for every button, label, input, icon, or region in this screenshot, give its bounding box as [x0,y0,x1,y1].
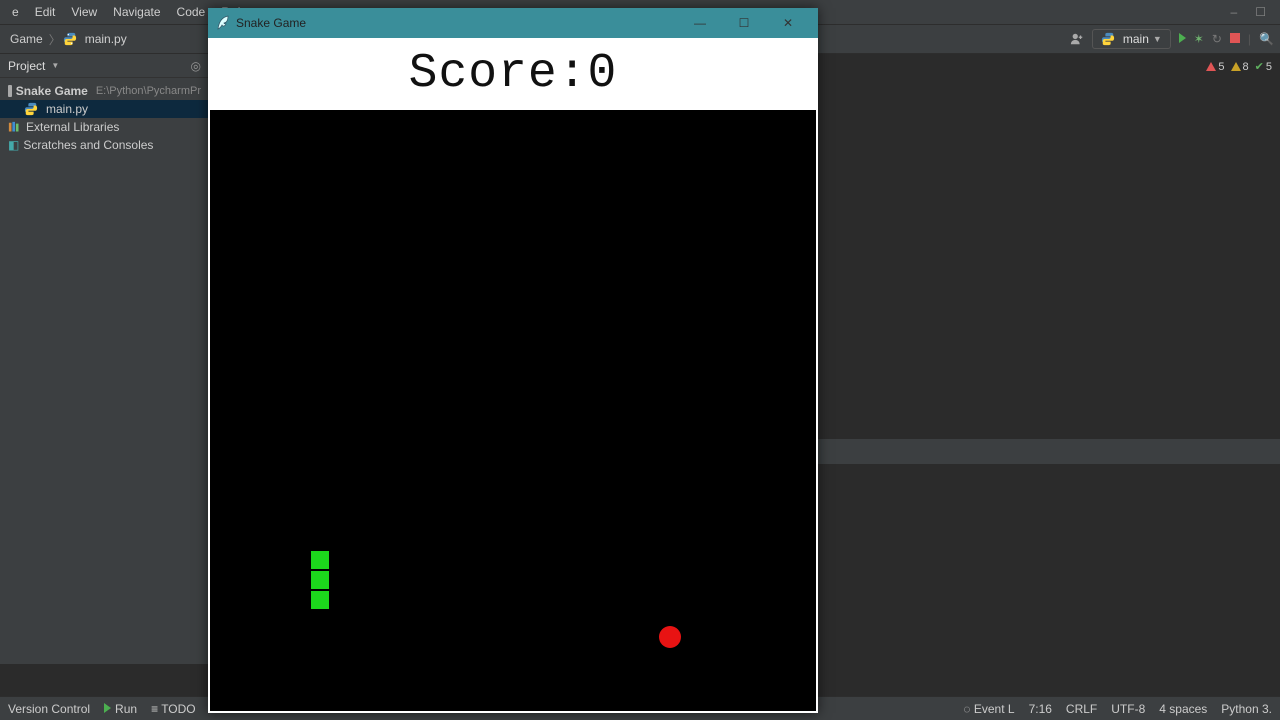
stop-icon[interactable] [1230,32,1240,46]
interpreter[interactable]: Python 3. [1221,702,1272,716]
score-banner: Score:0 [208,38,818,110]
tk-close-button[interactable]: ✕ [766,8,810,38]
run-widget[interactable]: Run [104,702,137,716]
error-icon [1206,62,1216,71]
food [659,626,681,648]
typo-icon: ✔ [1255,60,1264,73]
scratches-icon: ◧ [8,138,19,152]
python-file-icon [24,102,38,116]
folder-icon [8,85,12,97]
project-header[interactable]: Project ▼ ◎ [0,54,209,78]
ide-maximize-icon[interactable]: ☐ [1255,5,1266,19]
tk-minimize-button[interactable]: — [678,8,722,38]
toolbar-right: main ▼ ✶ ↻ | 🔍 [1070,29,1274,49]
target-icon[interactable]: ◎ [191,59,201,73]
coverage-icon[interactable]: ↻ [1212,32,1222,46]
line-separator[interactable]: CRLF [1066,702,1097,716]
chevron-down-icon: ▼ [1153,34,1162,44]
score-text: Score:0 [409,47,618,101]
menu-view[interactable]: View [63,1,105,23]
tree-scratches[interactable]: ◧ Scratches and Consoles [0,136,209,154]
warning-icon [1231,62,1241,71]
tk-feather-icon [216,15,230,31]
snake-game-window: Snake Game — ☐ ✕ Score:0 [208,8,818,713]
tree-external-libraries[interactable]: External Libraries [0,118,209,136]
encoding[interactable]: UTF-8 [1111,702,1145,716]
crumb-file[interactable]: main.py [81,32,131,46]
python-file-icon [1101,32,1115,46]
project-tree: Snake Game E:\Python\PycharmPr main.py E… [0,78,209,158]
indent[interactable]: 4 spaces [1159,702,1207,716]
run-config-selector[interactable]: main ▼ [1092,29,1171,49]
project-header-label: Project [8,59,45,73]
project-tool-window: Project ▼ ◎ Snake Game E:\Python\Pycharm… [0,54,210,664]
tk-window-controls: — ☐ ✕ [678,8,810,38]
ide-window-controls: – ☐ [1231,5,1280,19]
play-icon [104,703,111,713]
game-canvas[interactable] [210,110,816,711]
error-count: 5 [1218,61,1224,73]
crumb-project[interactable]: Game [6,32,47,46]
menu-navigate[interactable]: Navigate [105,1,168,23]
ide-minimize-icon[interactable]: – [1231,5,1238,19]
snake-segment [310,590,330,610]
run-config-label: main [1123,32,1149,46]
menu-file[interactable]: e [4,1,27,23]
tk-title: Snake Game [236,16,306,30]
library-icon [8,121,22,133]
menu-edit[interactable]: Edit [27,1,64,23]
debug-icon[interactable]: ✶ [1194,32,1204,46]
inspections-widget[interactable]: 5 8 ✔5 [1206,60,1272,73]
todo-widget[interactable]: ≡ TODO [151,702,196,716]
menu-code[interactable]: Code [169,1,214,23]
cursor-position[interactable]: 7:16 [1029,702,1052,716]
crumb-sep-icon: 〉 [47,31,63,48]
snake-segment [310,550,330,570]
tk-maximize-button[interactable]: ☐ [722,8,766,38]
snake-segment [310,570,330,590]
tree-external-label: External Libraries [26,120,119,134]
search-icon[interactable]: 🔍 [1259,32,1274,46]
event-log-widget[interactable]: ◌ Event L [963,702,1014,716]
typo-count: 5 [1266,61,1272,73]
add-user-icon[interactable] [1070,32,1084,46]
tree-root-label: Snake Game [16,84,88,98]
vcs-widget[interactable]: Version Control [8,702,90,716]
warning-count: 8 [1243,61,1249,73]
run-icon[interactable] [1179,32,1186,46]
tree-file-label: main.py [46,102,88,116]
chevron-down-icon: ▼ [51,61,59,70]
python-file-icon [63,32,77,46]
tk-titlebar[interactable]: Snake Game — ☐ ✕ [208,8,818,38]
tree-root[interactable]: Snake Game E:\Python\PycharmPr [0,82,209,100]
tree-scratches-label: Scratches and Consoles [23,138,153,152]
tree-root-path: E:\Python\PycharmPr [96,85,201,97]
tree-file-main[interactable]: main.py [0,100,209,118]
